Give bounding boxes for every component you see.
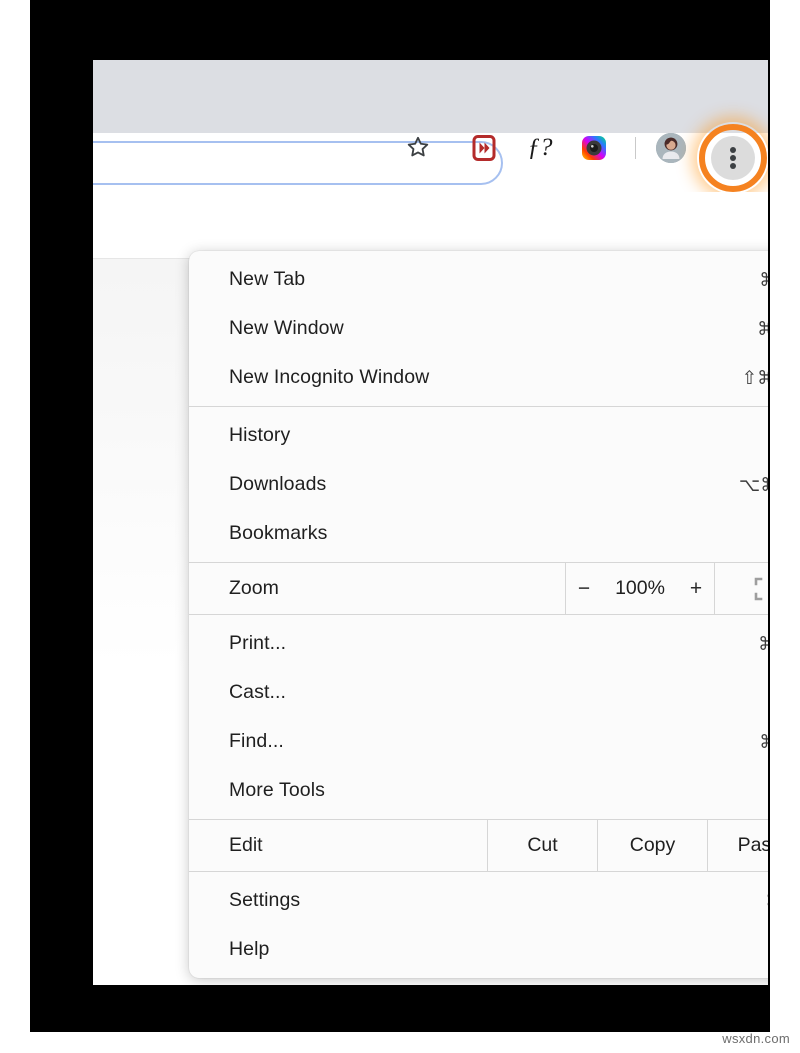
device-frame: ƒ? New Tab New Window ⌘ New Incognito Wi… [30,0,770,1032]
menu-group-footer: Settings ⌘, Help [189,872,768,978]
fullscreen-icon [754,577,763,600]
watermark: wsxdn.com [722,1031,790,1046]
menu-row-zoom: Zoom − 100% + [189,563,768,614]
zoom-level-value: 100% [615,577,665,599]
menu-item-shortcut: ⌘, [765,890,768,912]
menu-group-new: New Tab ⌘T New Window ⌘N New Incognito W… [189,251,768,406]
zoom-label: Zoom [229,577,279,599]
zoom-out-button[interactable]: − [576,577,592,601]
menu-item-label: New Incognito Window [229,366,430,388]
zoom-in-button[interactable]: + [688,577,704,601]
menu-item-downloads[interactable]: Downloads ⌥⌘L [189,460,768,509]
menu-item-label: Settings [229,889,301,911]
menu-item-label: Cast... [229,681,287,703]
menu-item-label: New Tab [229,268,306,290]
address-bar[interactable] [93,141,503,185]
edit-cut-button[interactable]: Cut [487,820,597,871]
edit-copy-button[interactable]: Copy [597,820,707,871]
menu-item-new-window[interactable]: New Window ⌘N [189,304,768,353]
toolbar-divider [635,137,636,159]
function-question-extension-icon[interactable]: ƒ? [526,134,554,162]
menu-item-shortcut: ⌘F [759,731,768,753]
menu-item-label: Help [229,938,270,960]
menu-item-cast[interactable]: Cast... [189,668,768,717]
menu-item-label: Downloads [229,473,327,495]
menu-item-shortcut: ⌘N [757,317,768,339]
menu-item-shortcut: ⌥⌘L [738,473,768,495]
chrome-main-menu: New Tab ⌘T New Window ⌘N New Incognito W… [189,251,768,978]
menu-item-more-tools[interactable]: More Tools [189,766,768,815]
menu-item-label: Bookmarks [229,522,328,544]
menu-item-find[interactable]: Find... ⌘F [189,717,768,766]
menu-item-shortcut: ⌘T [759,269,768,291]
menu-dot-icon [730,163,736,169]
menu-item-history[interactable]: History [189,411,768,460]
menu-item-shortcut: ⇧⌘N [741,366,768,388]
page-header-strip [93,192,768,259]
menu-item-new-incognito-window[interactable]: New Incognito Window ⇧⌘N [189,353,768,402]
menu-group-browse: History Downloads ⌥⌘L Bookmarks [189,407,768,562]
fullscreen-button[interactable] [715,563,768,614]
fast-forward-extension-icon[interactable] [470,134,498,162]
menu-dot-icon [730,147,736,153]
menu-group-tools: Print... ⌘P Cast... Find... ⌘F More Tool… [189,615,768,819]
menu-item-print[interactable]: Print... ⌘P [189,619,768,668]
browser-window: ƒ? New Tab New Window ⌘ New Incognito Wi… [93,60,768,985]
menu-item-label: History [229,424,291,446]
menu-item-new-tab[interactable]: New Tab ⌘T [189,255,768,304]
profile-avatar[interactable] [656,133,686,163]
bookmark-star-icon[interactable] [405,134,431,160]
menu-item-settings[interactable]: Settings ⌘, [189,876,768,925]
tab-strip [93,60,768,133]
menu-button-surface[interactable] [711,136,755,180]
menu-item-label: More Tools [229,779,326,801]
menu-item-label: Print... [229,632,287,654]
zoom-controls: − 100% + [565,563,715,614]
edit-paste-button[interactable]: Paste [707,820,768,871]
menu-row-edit: Edit Cut Copy Paste [189,820,768,871]
three-dot-menu-button[interactable] [697,122,768,194]
edit-label: Edit [229,834,263,856]
menu-item-label: Find... [229,730,284,752]
menu-item-shortcut: ⌘P [758,632,768,654]
menu-item-bookmarks[interactable]: Bookmarks [189,509,768,558]
menu-dot-icon [730,155,736,161]
menu-item-help[interactable]: Help [189,925,768,974]
menu-item-label: New Window [229,317,344,339]
camera-extension-icon[interactable] [580,134,608,162]
